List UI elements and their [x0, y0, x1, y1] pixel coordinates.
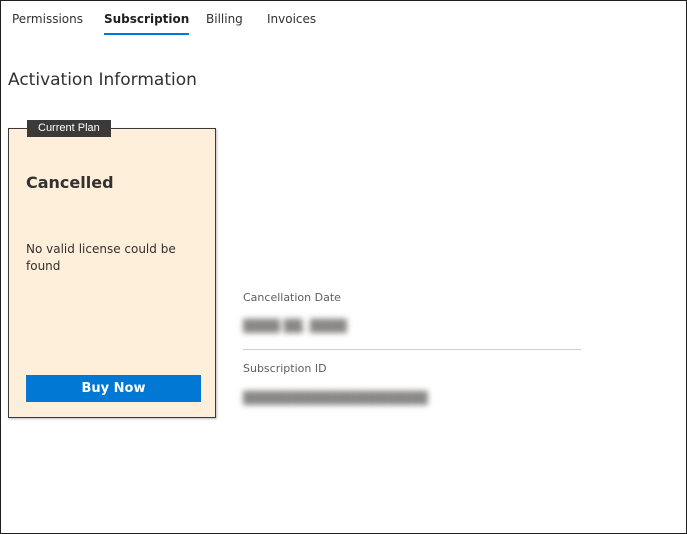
- page-title: Activation Information: [8, 70, 197, 90]
- subscription-id-label: Subscription ID: [243, 362, 327, 375]
- tab-bar: Permissions Subscription Billing Invoice…: [1, 1, 686, 37]
- subscription-id-value-redacted: ████████████████████: [243, 391, 428, 405]
- buy-now-button[interactable]: Buy Now: [26, 375, 201, 402]
- tab-permissions[interactable]: Permissions: [12, 12, 83, 26]
- current-plan-badge: Current Plan: [27, 120, 111, 137]
- plan-status: Cancelled: [26, 173, 114, 192]
- tab-subscription[interactable]: Subscription: [104, 12, 190, 35]
- tab-billing[interactable]: Billing: [206, 12, 243, 26]
- current-plan-card: Current Plan Cancelled No valid license …: [8, 120, 216, 418]
- plan-message: No valid license could be found: [26, 242, 176, 273]
- tab-invoices[interactable]: Invoices: [267, 12, 316, 26]
- cancellation-date-value-redacted: ████ ██, ████: [243, 319, 347, 333]
- details-divider: [243, 349, 581, 350]
- app-window: Permissions Subscription Billing Invoice…: [0, 0, 687, 534]
- cancellation-date-label: Cancellation Date: [243, 291, 341, 304]
